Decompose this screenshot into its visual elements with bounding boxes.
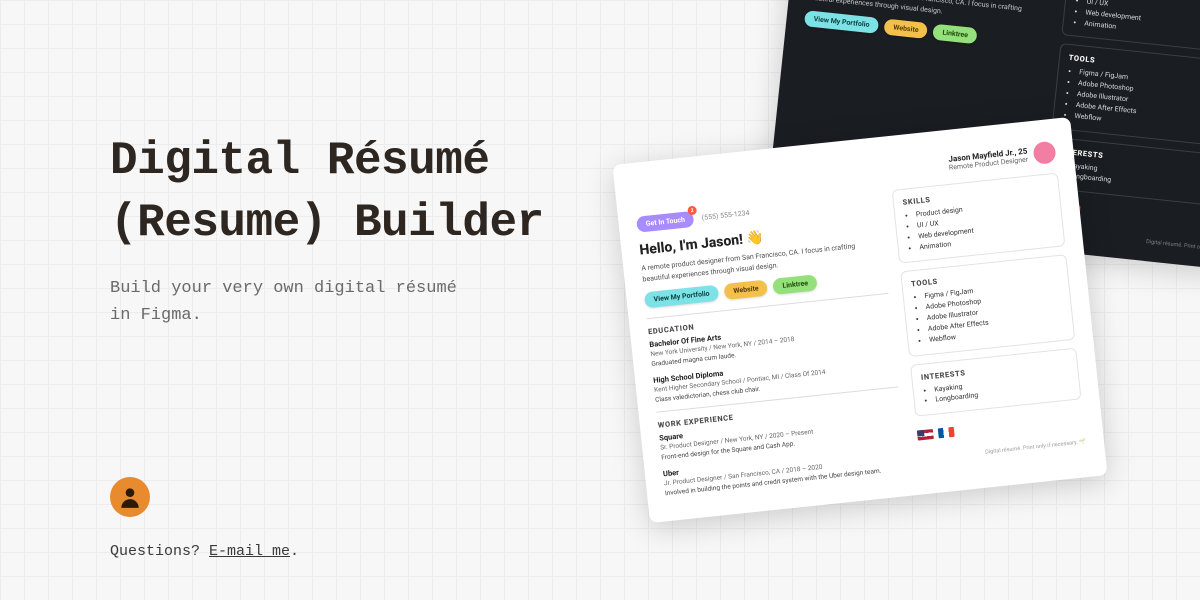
portfolio-link[interactable]: View My Portfolio (644, 285, 719, 309)
person-icon (117, 484, 143, 510)
hero-title: Digital Résumé (Resume) Builder (110, 130, 630, 254)
skills-panel: SKILLS Product designUI / UXWeb developm… (891, 173, 1065, 264)
footnote: Digital résumé. Print only if necessary.… (919, 439, 1086, 462)
language-flags (917, 413, 1084, 440)
website-link[interactable]: Website (884, 19, 929, 39)
hero-subtitle: Build your very own digital résumé in Fi… (110, 276, 470, 329)
portfolio-link[interactable]: View My Portfolio (804, 10, 879, 34)
resume-avatar (1032, 141, 1056, 165)
notification-badge: 2 (687, 206, 697, 216)
email-link[interactable]: E-mail me (209, 543, 290, 560)
hero-title-line1: Digital Résumé (110, 135, 489, 187)
author-avatar (110, 477, 150, 517)
tools-panel: TOOLS Figma / FigJamAdobe PhotoshopAdobe… (900, 254, 1075, 356)
questions-line: Questions? E-mail me. (110, 543, 299, 560)
interests-panel: INTERESTS KayakingLongboarding (910, 347, 1082, 417)
flag-us-icon (917, 429, 934, 441)
get-in-touch-button[interactable]: Get In Touch (636, 211, 695, 233)
tools-panel: TOOLS Figma / FigJamAdobe PhotoshopAdobe… (1051, 43, 1200, 145)
flag-fr-icon (937, 427, 954, 439)
linktree-link[interactable]: Linktree (933, 24, 978, 44)
website-link[interactable]: Website (724, 280, 769, 300)
resume-preview-light: Jason Mayfield Jr., 25 Remote Product De… (612, 117, 1107, 523)
linktree-link[interactable]: Linktree (773, 274, 818, 294)
hero-title-line2: (Resume) Builder (110, 197, 544, 249)
phone-number: (555) 555-1234 (701, 209, 749, 222)
